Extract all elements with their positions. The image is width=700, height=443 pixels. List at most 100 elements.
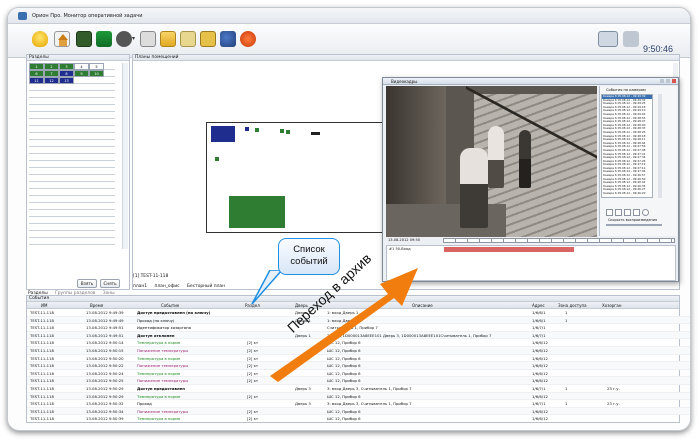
tab-plan1[interactable]: план1 xyxy=(133,284,147,289)
table-cell: [2] кт xyxy=(247,378,259,384)
table-cell: 3: вход Дверь 3, Считыватель 1, Прибор 7 xyxy=(327,401,412,407)
room-green[interactable] xyxy=(229,196,285,228)
window-controls xyxy=(660,79,676,84)
table-cell: 13.08.2012 9:50:24 xyxy=(86,370,124,376)
column-header[interactable]: Адрес xyxy=(532,302,545,309)
column-header[interactable]: Время xyxy=(90,302,103,309)
column-header[interactable]: Зона доступа xyxy=(558,302,587,309)
monitor-icon[interactable] xyxy=(76,31,92,47)
table-cell: 1 xyxy=(565,386,568,391)
table-cell: 1/6/7/1 xyxy=(532,401,546,407)
sensor-icon[interactable] xyxy=(255,128,259,132)
video-camera-icon[interactable] xyxy=(140,31,156,47)
flag-icon[interactable] xyxy=(96,31,112,47)
sensor-icon[interactable] xyxy=(280,129,284,133)
clipboard-icon[interactable] xyxy=(180,31,196,47)
speed-label: Скорость воспроизведения xyxy=(608,218,657,222)
section-cell[interactable]: 3 xyxy=(59,63,74,70)
table-row[interactable]: TEST-11-118 13.08.2012 9:50:34 Понижение т… xyxy=(27,407,690,416)
lightbulb-icon[interactable] xyxy=(32,31,48,47)
section-cell[interactable]: 13 xyxy=(59,77,74,84)
section-cell[interactable]: 1 xyxy=(29,63,44,70)
track-label: #1 50-Вход xyxy=(389,247,411,251)
main-toolbar: ▾ 9:50:46 xyxy=(8,24,690,58)
table-cell: Проход xyxy=(137,401,152,407)
section-cell[interactable]: 12 xyxy=(44,77,59,84)
sensor-icon[interactable] xyxy=(245,127,249,131)
table-cell: 13.08.2012 9:50:14 xyxy=(86,340,124,346)
sensor-icon[interactable] xyxy=(286,130,290,134)
section-cell[interactable]: 10 xyxy=(89,70,104,77)
table-cell: [2] кт xyxy=(247,370,259,376)
section-cell[interactable]: 2 xyxy=(44,63,59,70)
table-cell: 13.08.2012 9:49:51 xyxy=(86,325,124,331)
window-title: Орион Про. Монитор оперативной задачи xyxy=(32,13,143,19)
table-cell: 13.08.2012 9:50:32 xyxy=(86,401,124,407)
timeline-bar[interactable] xyxy=(443,238,675,243)
table-cell: 1 xyxy=(565,310,568,315)
section-cell[interactable]: 7 xyxy=(44,70,59,77)
column-header[interactable]: Хозорган xyxy=(602,302,621,309)
sections-panel-title: Разделы xyxy=(27,55,129,61)
section-cell[interactable]: 5 xyxy=(89,63,104,70)
video-window[interactable]: Видеокадры События по камерам Скорость в… xyxy=(382,77,679,282)
table-cell: 1 xyxy=(565,401,568,407)
table-cell: Температура в норме xyxy=(137,370,181,376)
plans-panel-title: Планы помещений xyxy=(133,55,679,61)
section-cell[interactable]: 6 xyxy=(29,70,44,77)
section-cell[interactable]: 9 xyxy=(74,70,89,77)
table-cell: 13.08.2012 9:50:25 xyxy=(86,378,124,384)
table-cell: ШС 12, Прибор 6 xyxy=(327,408,361,414)
chevron-down-icon[interactable]: ▾ xyxy=(132,31,138,47)
minimize-button[interactable] xyxy=(660,79,664,83)
next-button[interactable] xyxy=(633,209,640,216)
app-window: Орион Про. Монитор оперативной задачи ▾ … xyxy=(7,7,691,431)
camera-events-list[interactable]: Камера 6 05.08.12 - 09:49:39 Камера 6 05.… xyxy=(601,94,653,198)
table-cell: Понижение температуры xyxy=(137,408,189,414)
room-blue[interactable] xyxy=(211,126,235,142)
close-button[interactable] xyxy=(672,79,676,83)
table-cell: 13.08.2012 9:49:49 xyxy=(86,317,124,323)
play-button[interactable] xyxy=(615,209,622,216)
display-settings-icon[interactable] xyxy=(598,31,618,47)
users-icon[interactable] xyxy=(220,31,236,47)
tab-plan-office[interactable]: план_офис xyxy=(154,284,179,289)
table-cell: TEST-11-118 xyxy=(30,386,54,391)
folder-icon[interactable] xyxy=(160,31,176,47)
table-cell: 1/6/6/12 xyxy=(532,378,548,384)
remove-button[interactable]: Снять xyxy=(100,279,120,288)
table-row[interactable]: TEST-11-118 13.08.2012 9:50:32 Проход Дверь… xyxy=(27,400,690,408)
power-icon[interactable] xyxy=(240,31,256,47)
lock-icon[interactable] xyxy=(200,31,216,47)
tools-icon[interactable] xyxy=(623,31,639,47)
floor-plan[interactable] xyxy=(206,122,386,233)
table-cell: 1/6/6/12 xyxy=(532,355,548,361)
camera-user-icon[interactable] xyxy=(116,31,132,47)
section-cell[interactable]: 4 xyxy=(74,63,89,70)
table-cell: Дверь 3 xyxy=(295,401,311,407)
column-header[interactable]: ИМ xyxy=(41,302,47,309)
list-item[interactable]: Камера 6 05.08.12 - 09:46:20 xyxy=(602,192,652,196)
events-list-scrollbar[interactable] xyxy=(658,94,662,198)
table-cell: 1/6/7/1 xyxy=(532,386,546,391)
table-cell: Температура в норме xyxy=(137,416,181,422)
speed-slider[interactable] xyxy=(606,224,662,226)
sections-scrollbar[interactable] xyxy=(122,63,128,249)
table-cell: 13.08.2012 9:50:39 xyxy=(86,416,124,422)
table-cell: TEST-11-118 xyxy=(30,363,54,369)
column-header[interactable]: Событие xyxy=(161,302,179,309)
take-button[interactable]: Взять xyxy=(77,279,97,288)
section-cell[interactable]: 11 xyxy=(29,77,44,84)
camera-icon[interactable] xyxy=(311,132,320,135)
section-cell[interactable]: 8 xyxy=(59,70,74,77)
pause-button[interactable] xyxy=(624,209,631,216)
sensor-icon[interactable] xyxy=(215,157,219,161)
table-row[interactable]: TEST-11-118 13.08.2012 9:50:39 Температура… xyxy=(27,415,690,422)
maximize-button[interactable] xyxy=(666,79,670,83)
prev-button[interactable] xyxy=(606,209,613,216)
table-cell: Доступ предоставлен xyxy=(137,386,185,391)
record-button[interactable] xyxy=(642,209,649,216)
person-figure xyxy=(460,148,488,228)
house-icon[interactable] xyxy=(54,31,70,47)
tab-empty-plan[interactable]: Бесторный план xyxy=(187,284,225,289)
